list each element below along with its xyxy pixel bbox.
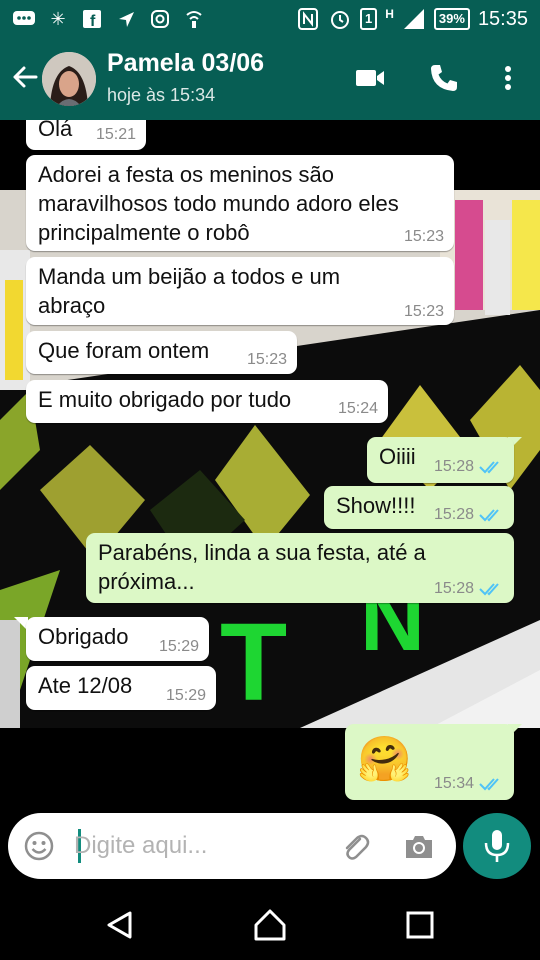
incoming-message[interactable]: Adorei a festa os meninos são maravilhos… (26, 155, 454, 251)
read-ticks-icon (479, 778, 499, 791)
chat-header: Pamela 03/06 hoje às 15:34 (0, 38, 540, 120)
avatar[interactable] (42, 52, 96, 106)
message-time: 15:23 (246, 351, 287, 368)
incoming-message[interactable]: Manda um beijão a todos e um abraço 15:2… (26, 257, 454, 325)
signal-icon (402, 7, 426, 31)
wifi-calling-icon (182, 7, 206, 31)
navigation-icon (114, 7, 138, 31)
incoming-message[interactable]: Olá 15:21 (26, 120, 146, 150)
sim-indicator: 1 (360, 8, 378, 30)
message-composer (8, 813, 456, 879)
message-time: 15:21 (95, 126, 136, 143)
emoji-icon[interactable] (23, 830, 55, 862)
message-time: 15:28 (433, 580, 474, 597)
message-emoji: 🤗 (357, 735, 412, 784)
message-text: Adorei a festa os meninos são maravilhos… (38, 162, 399, 245)
outgoing-message[interactable]: 🤗 15:34 (345, 724, 514, 800)
message-time: 15:28 (433, 458, 474, 475)
back-arrow-icon[interactable] (10, 63, 38, 91)
read-ticks-icon (479, 583, 499, 596)
message-time: 15:23 (403, 303, 444, 320)
outgoing-message[interactable]: Oiiii 15:28 (367, 437, 514, 483)
navigation-bar (0, 890, 540, 960)
outgoing-message[interactable]: Show!!!! 15:28 (324, 486, 514, 529)
message-list[interactable]: T N Olá 15:21 Adorei a festa os meninos … (0, 120, 540, 810)
message-text: Olá (38, 120, 73, 141)
outgoing-message[interactable]: Parabéns, linda a sua festa, até a próxi… (86, 533, 514, 603)
microphone-icon (484, 830, 510, 862)
contact-name[interactable]: Pamela 03/06 (107, 49, 264, 78)
phone-call-icon[interactable] (428, 62, 460, 94)
read-ticks-icon (479, 509, 499, 522)
notification-icons: ✳ f (12, 7, 206, 31)
video-call-icon[interactable] (354, 62, 386, 94)
more-options-icon[interactable] (492, 62, 524, 94)
back-nav-icon[interactable] (103, 908, 137, 942)
message-time: 15:34 (433, 775, 474, 792)
message-time: 15:24 (337, 400, 378, 417)
clock: 15:35 (477, 8, 528, 30)
read-ticks-icon (479, 461, 499, 474)
nfc-icon (296, 7, 320, 31)
message-text: Manda um beijão a todos e um abraço (38, 264, 341, 318)
incoming-message[interactable]: E muito obrigado por tudo 15:24 (26, 380, 388, 423)
message-text: E muito obrigado por tudo (38, 387, 292, 412)
message-input[interactable] (74, 830, 324, 862)
message-time: 15:28 (433, 506, 474, 523)
message-text: Ate 12/08 (38, 673, 133, 698)
message-text: Parabéns, linda a sua festa, até a próxi… (98, 540, 426, 594)
message-text: Oiiii (379, 444, 416, 469)
incoming-message[interactable]: Obrigado 15:29 (26, 617, 209, 661)
facebook-icon: f (80, 7, 104, 31)
message-time: 15:29 (158, 638, 199, 655)
paperclip-icon[interactable] (338, 830, 372, 864)
system-status: 1 H 39% 15:35 (296, 6, 528, 32)
message-text: Obrigado (38, 624, 129, 649)
status-bar: ✳ f 1 H 39% 15:35 (0, 0, 540, 38)
svg-text:f: f (90, 13, 96, 29)
incoming-message[interactable]: Que foram ontem 15:23 (26, 331, 297, 374)
network-type: H (385, 7, 394, 21)
svg-text:T: T (220, 601, 287, 724)
message-time: 15:23 (403, 228, 444, 245)
alarm-icon (328, 7, 352, 31)
camera-icon[interactable] (402, 830, 436, 864)
chat-notification-icon (12, 7, 36, 31)
recents-nav-icon[interactable] (403, 908, 437, 942)
message-text: Que foram ontem (38, 338, 210, 363)
home-nav-icon[interactable] (253, 908, 287, 942)
message-text: Show!!!! (336, 493, 416, 518)
last-seen: hoje às 15:34 (107, 85, 216, 105)
incoming-message[interactable]: Ate 12/08 15:29 (26, 666, 216, 710)
microphone-button[interactable] (463, 813, 531, 879)
asterisk-icon: ✳ (50, 9, 66, 29)
battery-indicator: 39% (433, 8, 470, 30)
message-time: 15:29 (165, 687, 206, 704)
instagram-icon (148, 7, 172, 31)
